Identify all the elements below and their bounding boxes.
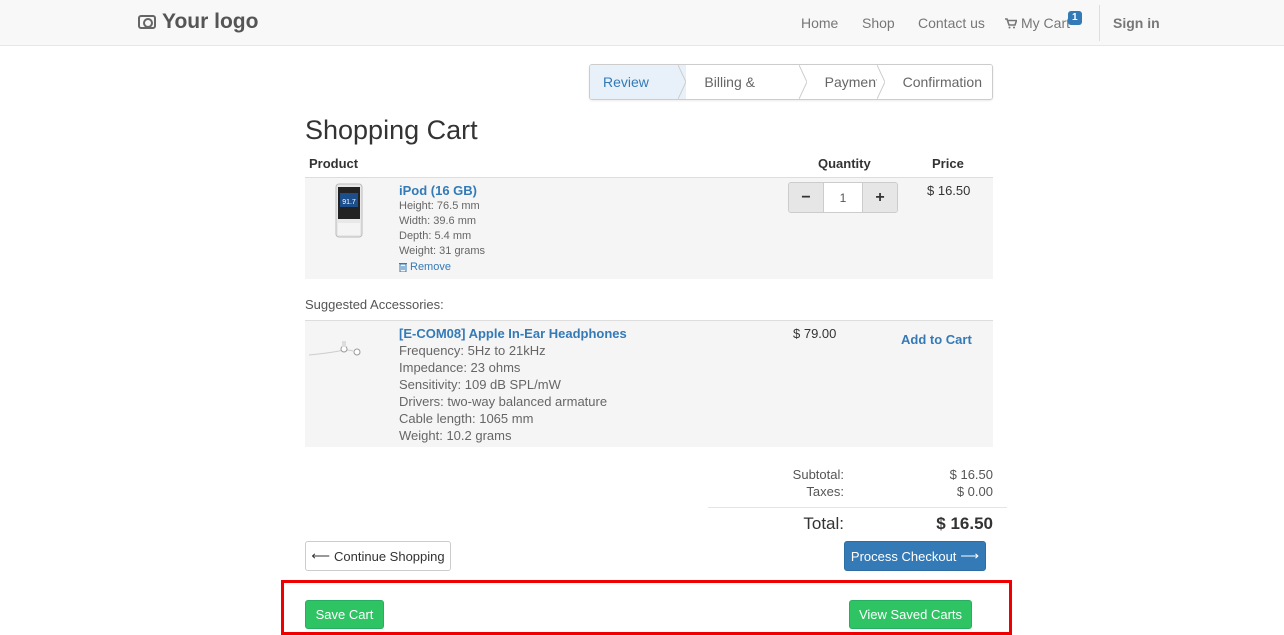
item-price: $ 16.50 <box>927 183 971 198</box>
step-label: Review Order <box>603 74 649 90</box>
taxes-label: Taxes: <box>806 484 844 499</box>
my-cart-label: My Cart <box>1021 15 1070 31</box>
header-quantity: Quantity <box>818 156 871 171</box>
summary-divider <box>708 507 1007 508</box>
step-label: Payment <box>824 74 880 90</box>
sign-in-link[interactable]: Sign in <box>1113 15 1160 31</box>
nav-home[interactable]: Home <box>801 15 838 31</box>
view-saved-carts-button[interactable]: View Saved Carts <box>849 600 972 629</box>
product-spec: Width: 39.6 mm <box>399 215 477 227</box>
step-confirmation[interactable]: Confirmation <box>884 65 992 99</box>
total-value: $ 16.50 <box>936 514 993 533</box>
product-name-link[interactable]: iPod (16 GB) <box>399 183 477 198</box>
process-checkout-label: Process Checkout <box>850 548 957 564</box>
logo-text: Your logo <box>162 10 259 33</box>
headphones-image[interactable] <box>308 337 367 361</box>
step-payment[interactable]: Payment <box>806 65 885 99</box>
step-separator-icon <box>678 65 687 99</box>
ipod-image[interactable]: 91.7 <box>334 183 364 238</box>
accessory-spec: Frequency: 5Hz to 21kHz <box>399 343 546 358</box>
cart-icon <box>1005 17 1017 28</box>
nav-my-cart[interactable]: My Cart <box>1005 15 1070 31</box>
cart-count-badge: 1 <box>1068 11 1082 25</box>
step-label: Confirmation <box>902 74 982 90</box>
trash-icon <box>399 263 407 272</box>
total-label: Total: <box>803 514 844 533</box>
remove-label: Remove <box>410 261 451 273</box>
step-review-order[interactable]: Review Order <box>590 65 687 99</box>
arrow-right-icon: ⟶ <box>960 548 980 563</box>
accessory-spec: Weight: 10.2 grams <box>399 428 512 443</box>
checkout-steps: Review Order Billing & Shipping Payment … <box>589 64 993 100</box>
step-separator-icon <box>798 65 807 99</box>
step-billing-shipping[interactable]: Billing & Shipping <box>686 65 807 99</box>
accessory-spec: Drivers: two-way balanced armature <box>399 394 608 409</box>
save-cart-button[interactable]: Save Cart <box>305 600 384 629</box>
decrement-button[interactable]: − <box>789 183 823 212</box>
continue-shopping-label: Continue Shopping <box>334 548 445 564</box>
process-checkout-button[interactable]: Process Checkout ⟶ <box>844 541 986 571</box>
camera-icon <box>138 15 156 29</box>
quantity-stepper: − 1 + <box>788 182 898 213</box>
accessory-price: $ 79.00 <box>793 326 837 341</box>
add-to-cart-link[interactable]: Add to Cart <box>901 332 972 347</box>
accessory-spec: Impedance: 23 ohms <box>399 360 521 375</box>
remove-link[interactable]: Remove <box>399 261 451 273</box>
header-price: Price <box>932 156 964 171</box>
page-title: Shopping Cart <box>305 115 478 145</box>
svg-text:91.7: 91.7 <box>342 199 356 206</box>
subtotal-label: Subtotal: <box>792 467 844 482</box>
nav-contact[interactable]: Contact us <box>918 15 985 31</box>
subtotal-value: $ 16.50 <box>949 467 993 482</box>
increment-button[interactable]: + <box>863 183 897 212</box>
taxes-value: $ 0.00 <box>956 484 993 499</box>
arrow-left-icon: ⟵ <box>311 548 331 563</box>
logo[interactable]: Your logo <box>138 10 258 34</box>
suggested-accessories-label: Suggested Accessories: <box>305 297 444 312</box>
nav-shop[interactable]: Shop <box>862 15 895 31</box>
continue-shopping-button[interactable]: ⟵ Continue Shopping <box>305 541 451 571</box>
step-label: Billing & Shipping <box>704 74 755 90</box>
quantity-input[interactable]: 1 <box>823 183 863 212</box>
accessory-name-link[interactable]: [E-COM08] Apple In-Ear Headphones <box>399 326 627 341</box>
accessory-spec: Cable length: 1065 mm <box>399 411 534 426</box>
step-separator-icon <box>876 65 885 99</box>
header-product: Product <box>309 156 359 171</box>
product-spec: Depth: 5.4 mm <box>399 230 472 242</box>
product-spec: Height: 76.5 mm <box>399 200 480 212</box>
accessory-spec: Sensitivity: 109 dB SPL/mW <box>399 377 561 392</box>
nav-divider <box>1099 5 1100 41</box>
product-spec: Weight: 31 grams <box>399 245 486 257</box>
